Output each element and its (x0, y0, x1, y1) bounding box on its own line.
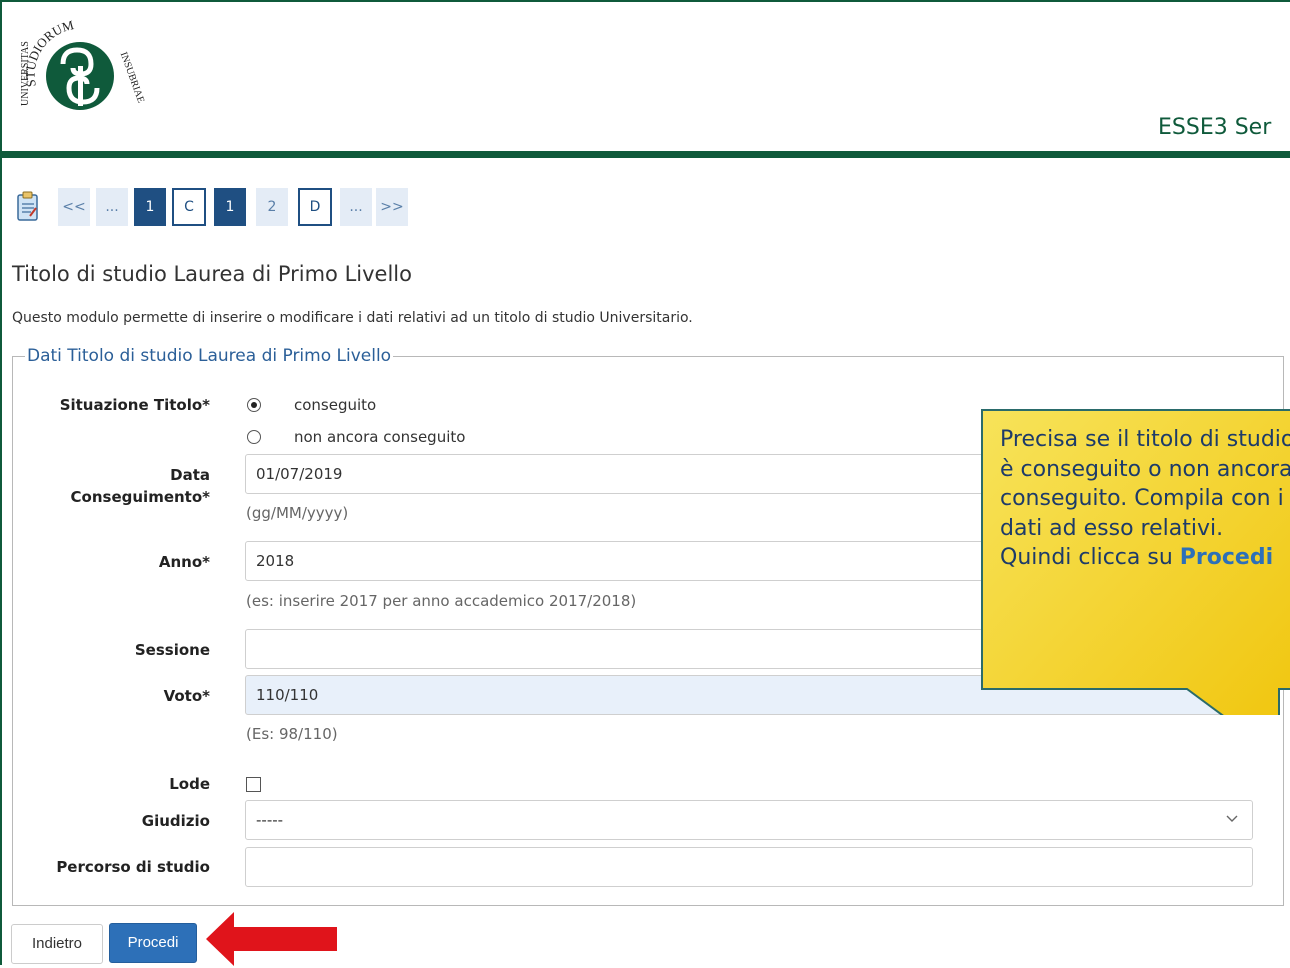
header-divider (0, 151, 1290, 158)
data-label-line1: Data (170, 466, 210, 484)
radio-conseguito-label: conseguito (294, 396, 377, 414)
step-last[interactable]: >> (376, 188, 408, 226)
chevron-down-icon (1226, 815, 1238, 822)
percorso-label: Percorso di studio (56, 858, 210, 876)
giudizio-label: Giudizio (141, 812, 210, 830)
radio-conseguito[interactable] (247, 398, 261, 412)
logo-text-left: UNIVERSITAS (20, 41, 31, 106)
callout-keyword: Procedi (1179, 545, 1274, 570)
anno-hint: (es: inserire 2017 per anno accademico 2… (246, 592, 637, 610)
voto-hint: (Es: 98/110) (246, 725, 338, 743)
step-2[interactable]: 2 (256, 188, 288, 226)
radio-non-conseguito-label: non ancora conseguito (294, 428, 466, 446)
svg-text:UNIVERSITAS: UNIVERSITAS (20, 41, 31, 106)
radio-non-conseguito[interactable] (247, 430, 261, 444)
logo-text-right: INSUBRIAE (118, 51, 147, 105)
anno-label: Anno* (158, 553, 210, 571)
percorso-select[interactable] (245, 847, 1253, 887)
giudizio-selected-value: ----- (256, 811, 284, 829)
proceed-button[interactable]: Procedi (109, 923, 197, 963)
step-c[interactable]: C (172, 188, 206, 226)
page-title: Titolo di studio Laurea di Primo Livello (12, 262, 412, 286)
fieldset-legend: Dati Titolo di studio Laurea di Primo Li… (27, 346, 392, 366)
callout-text: Precisa se il titolo di studio è consegu… (1000, 425, 1290, 573)
giudizio-select[interactable]: ----- (245, 800, 1253, 840)
step-d[interactable]: D (298, 188, 332, 226)
step-1-previous[interactable]: 1 (134, 188, 166, 226)
svg-text:INSUBRIAE: INSUBRIAE (118, 51, 147, 105)
app-title: ESSE3 Ser (1158, 115, 1272, 140)
situazione-label: Situazione Titolo* (59, 396, 210, 414)
data-label-line2: Conseguimento* (70, 488, 210, 506)
data-hint: (gg/MM/yyyy) (246, 504, 349, 522)
page-description: Questo modulo permette di inserire o mod… (12, 310, 693, 326)
step-first[interactable]: << (58, 188, 90, 226)
step-1-current[interactable]: 1 (214, 188, 246, 226)
voto-label: Voto* (163, 687, 210, 705)
lode-checkbox[interactable] (246, 777, 261, 792)
step-ellipsis-left[interactable]: ... (96, 188, 128, 226)
red-arrow-annotation (206, 912, 337, 966)
lode-label: Lode (169, 775, 210, 793)
university-logo: STUDIORUM UNIVERSITAS INSUBRIAE (20, 17, 147, 110)
clipboard-icon (17, 191, 38, 221)
step-ellipsis-right[interactable]: ... (340, 188, 372, 226)
sessione-label: Sessione (134, 641, 210, 659)
back-button[interactable]: Indietro (11, 924, 103, 964)
